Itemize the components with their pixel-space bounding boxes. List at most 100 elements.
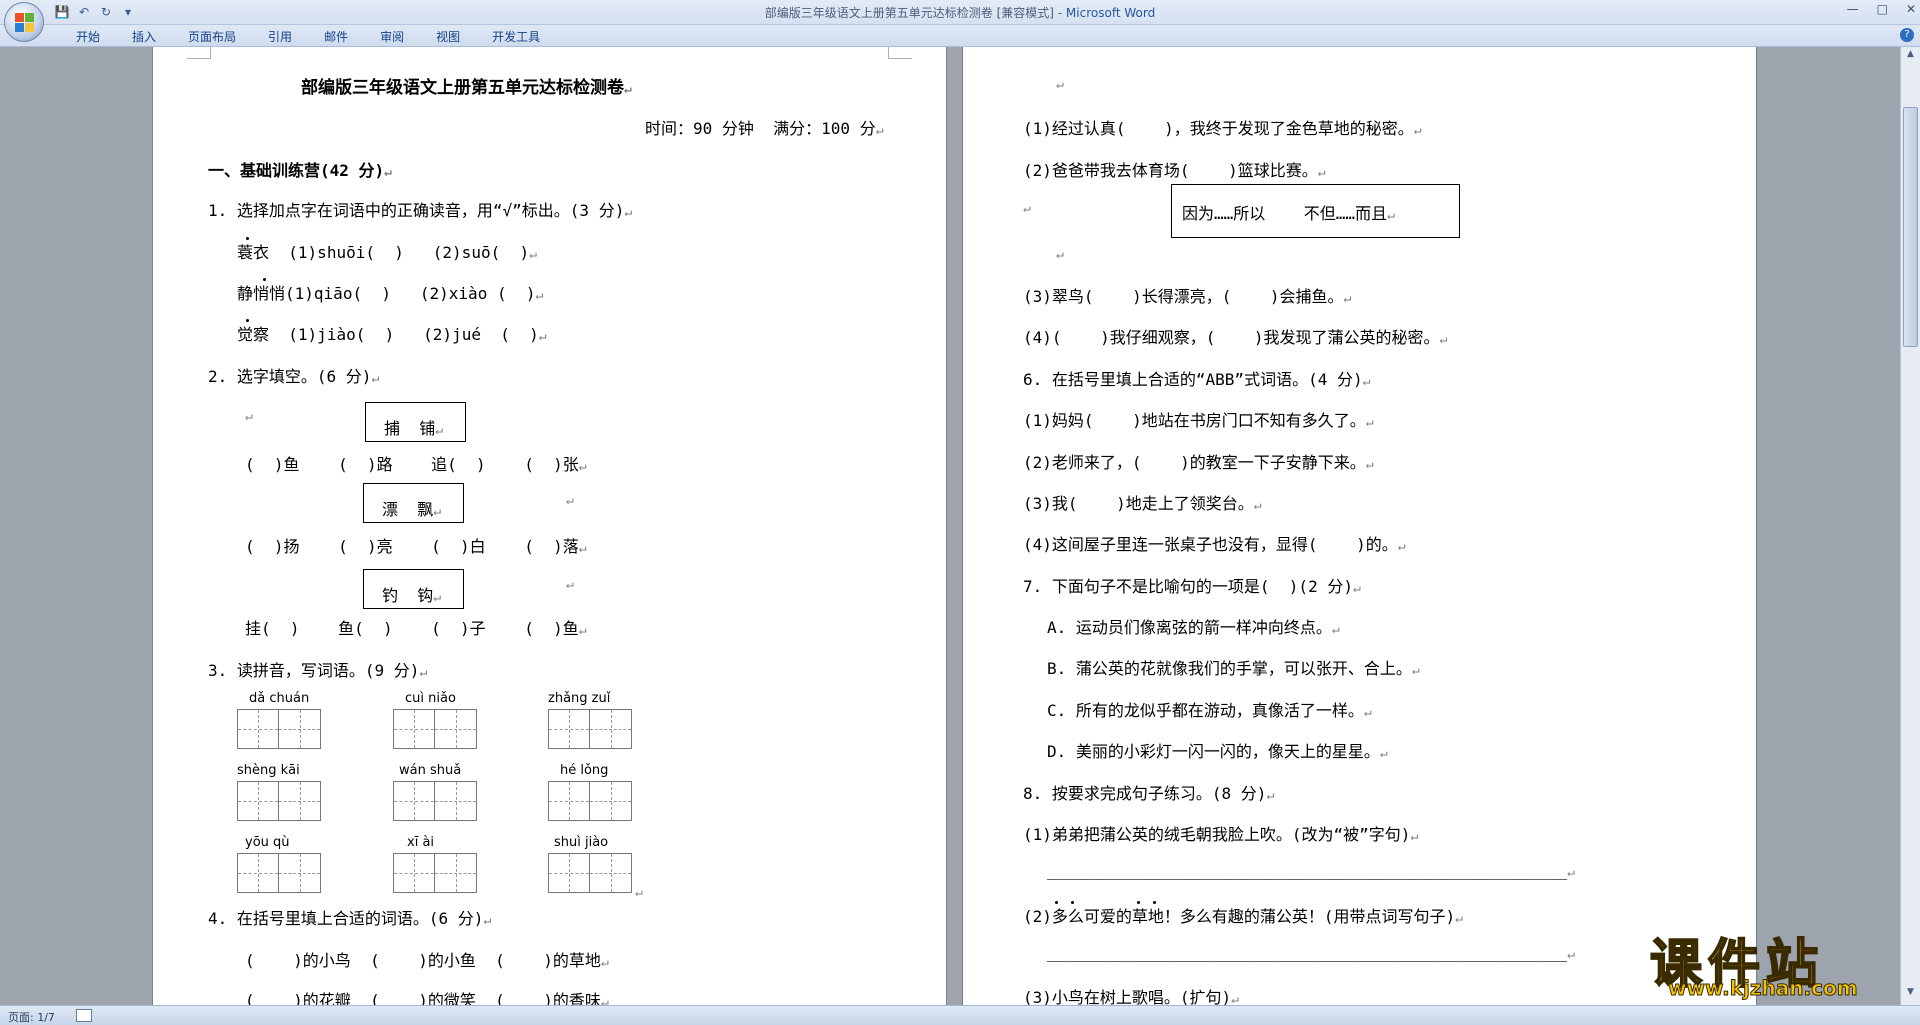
document-workspace[interactable]: 部编版三年级语文上册第五单元达标检测卷↵ 时间：90 分钟 满分：100 分↵ … xyxy=(0,47,1900,1005)
pinyin-text: hé lǒng xyxy=(560,763,609,778)
paragraph-mark: ↵ xyxy=(566,577,574,592)
exercise-line: (2)爸爸带我去体育场( )篮球比赛。↵ xyxy=(1023,161,1326,180)
time-score-line: 时间：90 分钟 满分：100 分↵ xyxy=(645,119,884,138)
paragraph-mark: ↵ xyxy=(1056,247,1064,262)
tab-mailings[interactable]: 邮件 xyxy=(308,28,364,45)
writing-grid[interactable] xyxy=(548,853,632,893)
question-3: 3. 读拼音，写词语。(9 分)↵ xyxy=(208,661,428,680)
word-choice-text: 捕 铺↵ xyxy=(384,419,444,438)
question-7: 7. 下面句子不是比喻句的一项是( )(2 分)↵ xyxy=(1023,577,1361,596)
document-title-text: 部编版三年级语文上册第五单元达标检测卷↵ xyxy=(301,78,632,98)
option-b: B. 蒲公英的花就像我们的手掌，可以张开、合上。↵ xyxy=(1047,659,1420,678)
page-left[interactable]: 部编版三年级语文上册第五单元达标检测卷↵ 时间：90 分钟 满分：100 分↵ … xyxy=(153,47,946,1005)
writing-grid[interactable] xyxy=(237,781,321,821)
paragraph-mark: ↵ xyxy=(1056,77,1064,92)
pinyin-text: shèng kāi xyxy=(237,763,300,778)
exercise-line: (3)我( )地走上了领奖台。↵ xyxy=(1023,494,1262,513)
status-bar: 页面: 1/7 xyxy=(0,1005,1920,1025)
q2-row: 挂( ) 鱼( ) ( )子 ( )鱼↵ xyxy=(245,619,587,638)
scroll-thumb[interactable] xyxy=(1903,107,1918,347)
q2-row: ( )扬 ( )亮 ( )白 ( )落↵ xyxy=(245,537,587,556)
close-icon[interactable]: ✕ xyxy=(1906,2,1916,16)
page-right[interactable]: ↵ (1)经过认真( )，我终于发现了金色草地的秘密。↵ (2)爸爸带我去体育场… xyxy=(963,47,1756,1005)
writing-grid[interactable] xyxy=(548,709,632,749)
section-heading: 一、基础训练营(42 分)↵ xyxy=(208,161,392,180)
q4-row: ( )的小鸟 ( )的小鱼 ( )的草地↵ xyxy=(245,951,609,970)
word-choice-box: 钓 钩↵ xyxy=(363,569,464,609)
writing-grid[interactable] xyxy=(393,709,477,749)
paragraph-mark: ↵ xyxy=(566,493,574,508)
margin-corner xyxy=(187,47,211,59)
paragraph-mark: ↵ xyxy=(1023,201,1031,216)
page-count[interactable]: 页面: 1/7 xyxy=(8,1009,55,1025)
answer-line: ________________________________________… xyxy=(1047,861,1575,880)
writing-grid[interactable] xyxy=(237,853,321,893)
ribbon-tabs: 开始 插入 页面布局 引用 邮件 审阅 视图 开发工具 xyxy=(60,28,556,45)
option-a: A. 运动员们像离弦的箭一样冲向终点。↵ xyxy=(1047,618,1340,637)
emphasis-dot xyxy=(246,319,249,322)
proofing-icon[interactable] xyxy=(76,1009,92,1022)
vertical-scrollbar[interactable]: ▲ ▼ xyxy=(1900,47,1920,1005)
paragraph-mark: ↵ xyxy=(245,409,253,424)
conjunction-box: 因为……所以 不但……而且↵ xyxy=(1171,184,1460,238)
option-c: C. 所有的龙似乎都在游动，真像活了一样。↵ xyxy=(1047,701,1372,720)
margin-corner xyxy=(888,47,912,59)
tab-review[interactable]: 审阅 xyxy=(364,28,420,45)
question-8: 8. 按要求完成句子练习。(8 分)↵ xyxy=(1023,784,1275,803)
exercise-line: (3)翠鸟( )长得漂亮，( )会捕鱼。↵ xyxy=(1023,287,1352,306)
paragraph-mark: ↵ xyxy=(635,885,643,900)
tab-view[interactable]: 视图 xyxy=(420,28,476,45)
pinyin-text: shuì jiào xyxy=(554,835,609,850)
watermark-logo: 课件站 www.kjzhan.com xyxy=(1649,922,1900,1002)
answer-line: ________________________________________… xyxy=(1047,943,1575,962)
word-choice-box: 漂 飘↵ xyxy=(363,483,464,523)
emphasis-dot xyxy=(246,237,249,240)
word-choice-text: 钓 钩↵ xyxy=(382,586,442,605)
exercise-line: (3)小鸟在树上歌唱。(扩句)↵ xyxy=(1023,988,1239,1005)
pinyin-text: yōu qù xyxy=(245,835,290,850)
word-choice-text: 漂 飘↵ xyxy=(382,500,442,519)
tab-references[interactable]: 引用 xyxy=(252,28,308,45)
office-logo-icon xyxy=(15,13,35,33)
emphasis-dot xyxy=(1055,901,1058,904)
writing-grid[interactable] xyxy=(393,781,477,821)
pinyin-text: wán shuǎ xyxy=(399,763,462,778)
title-bar: 💾 ↶ ↻ ▾ 部编版三年级语文上册第五单元达标检测卷 [兼容模式] - Mic… xyxy=(0,0,1920,25)
tab-insert[interactable]: 插入 xyxy=(116,28,172,45)
exercise-line: (1)妈妈( )地站在书房门口不知有多久了。↵ xyxy=(1023,411,1374,430)
office-button[interactable] xyxy=(4,2,44,42)
maximize-icon[interactable]: □ xyxy=(1877,2,1888,16)
help-icon[interactable]: ? xyxy=(1900,28,1914,42)
pinyin-text: cuì niǎo xyxy=(405,691,456,706)
writing-grid[interactable] xyxy=(237,709,321,749)
window-controls: — □ ✕ xyxy=(1847,2,1916,16)
watermark-url: www.kjzhan.com xyxy=(1668,976,1859,1001)
q1-row: 觉察 (1)jiào( ) (2)jué ( )↵ xyxy=(237,325,547,344)
writing-grid[interactable] xyxy=(548,781,632,821)
exercise-line: (2)老师来了，( )的教室一下子安静下来。↵ xyxy=(1023,453,1374,472)
writing-grid[interactable] xyxy=(393,853,477,893)
tab-developer[interactable]: 开发工具 xyxy=(476,28,556,45)
emphasis-dot xyxy=(1153,901,1156,904)
scroll-up-icon[interactable]: ▲ xyxy=(1903,49,1918,63)
document-title: 部编版三年级语文上册第五单元达标检测卷 [兼容模式] - xyxy=(764,6,1066,20)
minimize-icon[interactable]: — xyxy=(1847,2,1859,16)
conjunction-text: 因为……所以 不但……而且↵ xyxy=(1182,204,1395,223)
tab-home[interactable]: 开始 xyxy=(60,28,116,45)
exercise-line: (1)经过认真( )，我终于发现了金色草地的秘密。↵ xyxy=(1023,119,1422,138)
exercise-line: (4)这间屋子里连一张桌子也没有，显得( )的。↵ xyxy=(1023,535,1406,554)
pinyin-text: dǎ chuán xyxy=(249,691,310,706)
emphasis-dot xyxy=(1137,901,1140,904)
emphasis-dot xyxy=(263,278,266,281)
ribbon-tab-bar: 开始 插入 页面布局 引用 邮件 审阅 视图 开发工具 ? xyxy=(0,25,1920,47)
exercise-line: (1)弟弟把蒲公英的绒毛朝我脸上吹。(改为“被”字句)↵ xyxy=(1023,825,1419,844)
question-6: 6. 在括号里填上合适的“ABB”式词语。(4 分)↵ xyxy=(1023,370,1371,389)
scroll-down-icon[interactable]: ▼ xyxy=(1903,987,1918,1001)
q1-row: 蓑衣 (1)shuōi( ) (2)suō( )↵ xyxy=(237,243,537,262)
question-2: 2. 选字填空。(6 分)↵ xyxy=(208,367,380,386)
emphasis-dot xyxy=(1071,901,1074,904)
exercise-line: (4)( )我仔细观察，( )我发现了蒲公英的秘密。↵ xyxy=(1023,328,1448,347)
tab-page-layout[interactable]: 页面布局 xyxy=(172,28,252,45)
q2-row: ( )鱼 ( )路 追( ) ( )张↵ xyxy=(245,455,587,474)
option-d: D. 美丽的小彩灯一闪一闪的，像天上的星星。↵ xyxy=(1047,742,1388,761)
